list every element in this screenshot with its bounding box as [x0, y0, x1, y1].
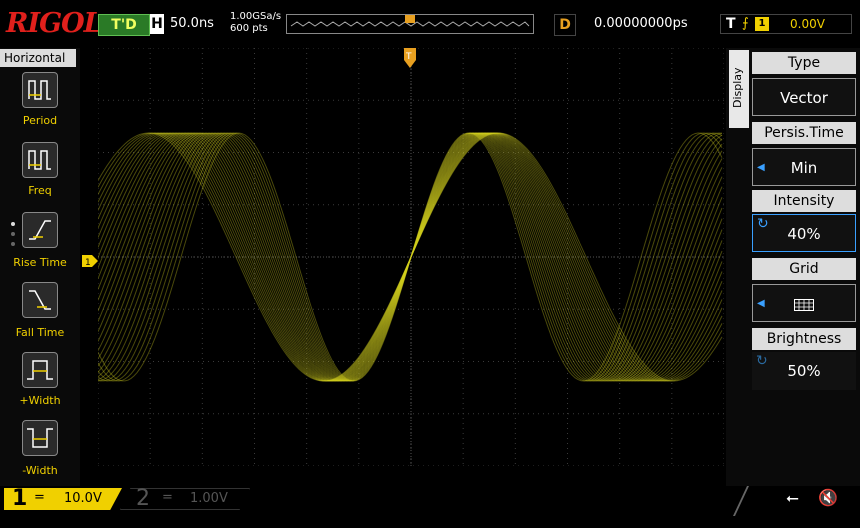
channel1-number: 1	[12, 486, 28, 511]
trigger-panel[interactable]	[720, 14, 852, 34]
page-dot	[11, 232, 15, 236]
trigger-source: 1	[755, 17, 769, 31]
run-status-badge[interactable]: T'D	[98, 14, 150, 36]
channel1-marker-text: 1	[85, 258, 91, 267]
page-dot	[11, 222, 15, 226]
brightness-softkey[interactable]: ↻ 50%	[752, 352, 856, 390]
memory-wave-icon	[290, 15, 530, 27]
persis-time-value: Min	[790, 159, 818, 177]
trigger-position-marker[interactable]: T	[404, 48, 416, 72]
delay-label: D	[554, 14, 576, 36]
memory-depth: 600 pts	[230, 23, 268, 34]
memory-position-bar	[286, 14, 534, 34]
positive-width-icon[interactable]	[22, 352, 58, 388]
fall-time-icon[interactable]	[22, 282, 58, 318]
timebase-label: H	[150, 14, 164, 34]
grid-softkey[interactable]: ◀	[752, 284, 856, 322]
usb-icon: ⭠	[786, 488, 799, 507]
freq-label: Freq	[28, 184, 52, 197]
channel2-coupling-icon: =	[162, 490, 173, 505]
channel2-scale: 1.00V	[190, 491, 228, 506]
period-label: Period	[22, 114, 58, 127]
positive-width-label: +Width	[19, 394, 61, 407]
left-arrow-icon: ◀	[757, 162, 765, 173]
channel2-number: 2	[136, 486, 150, 511]
freq-icon[interactable]	[22, 142, 58, 178]
negative-width-icon[interactable]	[22, 420, 58, 456]
rise-time-icon[interactable]	[22, 212, 58, 248]
fall-time-label: Fall Time	[15, 326, 65, 339]
measure-menu-title: Horizontal	[0, 49, 76, 67]
trigger-level: 0.00V	[790, 17, 825, 31]
type-title: Type	[752, 52, 856, 74]
type-softkey[interactable]: Vector	[752, 78, 856, 116]
type-value: Vector	[780, 89, 828, 107]
delay-value: 0.00000000ps	[594, 16, 688, 31]
period-icon[interactable]	[22, 72, 58, 108]
rising-edge-icon: ⨍	[742, 16, 749, 31]
display-menu-tab: Display	[729, 50, 749, 128]
sample-info: 1.00GSa/s 600 pts	[230, 11, 281, 35]
page-dot	[11, 242, 15, 246]
waveform-display[interactable]	[97, 47, 725, 467]
rotate-knob-icon: ↻	[757, 216, 769, 232]
sample-rate: 1.00GSa/s	[230, 11, 282, 22]
trigger-label: T	[726, 16, 736, 32]
display-menu-tab-label: Display	[731, 67, 744, 108]
grid-title: Grid	[752, 258, 856, 280]
persis-time-title: Persis.Time	[752, 122, 856, 144]
channel1-scale: 10.0V	[64, 491, 102, 506]
channel1-offset-marker[interactable]: 1	[82, 252, 98, 271]
intensity-softkey[interactable]: ↻ 40%	[752, 214, 856, 252]
negative-width-label: -Width	[22, 464, 58, 477]
rise-time-label: Rise Time	[13, 256, 67, 269]
grid-icon	[794, 298, 814, 311]
persis-time-softkey[interactable]: ◀ Min	[752, 148, 856, 186]
intensity-value: 40%	[787, 225, 821, 243]
speaker-muted-icon[interactable]: 🔇	[818, 488, 838, 507]
timebase-value: 50.0ns	[170, 16, 214, 31]
rotate-knob-icon: ↻	[756, 353, 768, 369]
left-arrow-icon: ◀	[757, 298, 765, 309]
brightness-value: 50%	[787, 362, 821, 380]
waveform-grid	[97, 47, 725, 467]
brand-logo: RIGOL	[6, 8, 103, 39]
channel1-coupling-icon: =	[34, 490, 45, 505]
trigger-position-text: T	[405, 52, 412, 62]
